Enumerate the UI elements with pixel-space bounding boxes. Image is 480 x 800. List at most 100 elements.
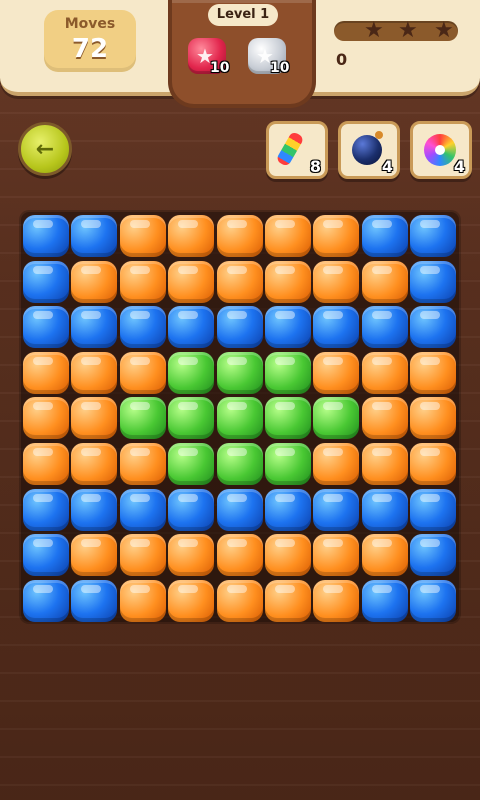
top-bar: Moves 72 Level 1 ★ 10 ★ 10 ★ ★ ★ 0 — [0, 0, 480, 108]
tile-blue[interactable] — [410, 215, 457, 257]
rainbow-booster-button[interactable]: 4 — [410, 121, 472, 179]
tile-orange[interactable] — [23, 351, 69, 394]
tile-orange[interactable] — [119, 579, 166, 622]
game-board — [21, 212, 459, 622]
bomb-icon — [352, 131, 383, 165]
tile-blue[interactable] — [361, 579, 408, 622]
tile-blue[interactable] — [265, 488, 311, 531]
star-progress-bar: ★ ★ ★ — [334, 18, 458, 43]
tile-orange[interactable] — [216, 534, 263, 577]
tile-green[interactable] — [265, 351, 311, 394]
tile-orange[interactable] — [119, 351, 166, 394]
back-button[interactable]: ← — [18, 122, 72, 176]
tile-blue[interactable] — [410, 488, 457, 531]
tile-blue[interactable] — [23, 488, 69, 531]
tile-blue[interactable] — [410, 534, 457, 577]
tile-orange[interactable] — [265, 534, 311, 577]
tile-green[interactable] — [313, 397, 360, 440]
tile-orange[interactable] — [71, 351, 118, 394]
tile-orange[interactable] — [216, 215, 263, 257]
tile-orange[interactable] — [361, 351, 408, 394]
tile-orange[interactable] — [216, 579, 263, 622]
tile-orange[interactable] — [361, 443, 408, 485]
tile-orange[interactable] — [313, 215, 360, 257]
tile-blue[interactable] — [168, 306, 215, 349]
tile-orange[interactable] — [313, 534, 360, 577]
tile-blue[interactable] — [361, 306, 408, 349]
star-icon: ★ — [398, 18, 418, 43]
tile-orange[interactable] — [313, 260, 360, 303]
tile-orange[interactable] — [361, 260, 408, 303]
tile-blue[interactable] — [23, 306, 69, 349]
tile-green[interactable] — [168, 443, 215, 485]
tile-orange[interactable] — [23, 443, 69, 485]
tile-orange[interactable] — [119, 260, 166, 303]
tile-blue[interactable] — [265, 306, 311, 349]
tile-blue[interactable] — [410, 260, 457, 303]
tile-blue[interactable] — [361, 488, 408, 531]
tile-orange[interactable] — [313, 443, 360, 485]
tile-orange[interactable] — [119, 215, 166, 257]
tile-blue[interactable] — [119, 488, 166, 531]
tile-blue[interactable] — [23, 260, 69, 303]
tile-orange[interactable] — [410, 443, 457, 485]
tile-orange[interactable] — [313, 579, 360, 622]
tile-orange[interactable] — [410, 351, 457, 394]
tile-orange[interactable] — [168, 260, 215, 303]
tile-blue[interactable] — [23, 579, 69, 622]
tile-orange[interactable] — [410, 397, 457, 440]
star-icon: ★ — [364, 18, 384, 43]
goal-silver-count: 10 — [270, 60, 290, 76]
tile-orange[interactable] — [361, 534, 408, 577]
tile-orange[interactable] — [265, 215, 311, 257]
tile-orange[interactable] — [71, 443, 118, 485]
rainbow-icon — [424, 134, 456, 166]
tile-orange[interactable] — [71, 397, 118, 440]
tile-orange[interactable] — [119, 443, 166, 485]
tile-orange[interactable] — [71, 260, 118, 303]
tile-orange[interactable] — [265, 260, 311, 303]
tile-blue[interactable] — [71, 306, 118, 349]
back-arrow-icon: ← — [35, 136, 55, 162]
tile-blue[interactable] — [23, 534, 69, 577]
bomb-booster-button[interactable]: 4 — [338, 121, 400, 179]
tile-blue[interactable] — [71, 579, 118, 622]
tile-blue[interactable] — [71, 215, 118, 257]
tile-blue[interactable] — [410, 306, 457, 349]
tile-orange[interactable] — [23, 397, 69, 440]
tile-blue[interactable] — [410, 579, 457, 622]
rainbow-count: 4 — [453, 157, 465, 176]
tile-green[interactable] — [216, 397, 263, 440]
tile-orange[interactable] — [265, 579, 311, 622]
tile-blue[interactable] — [71, 488, 118, 531]
tile-blue[interactable] — [313, 488, 360, 531]
tile-blue[interactable] — [361, 215, 408, 257]
tile-blue[interactable] — [119, 306, 166, 349]
tile-orange[interactable] — [168, 215, 215, 257]
tile-orange[interactable] — [313, 351, 360, 394]
tile-orange[interactable] — [119, 534, 166, 577]
tile-grid — [21, 212, 459, 622]
tile-green[interactable] — [216, 443, 263, 485]
tile-green[interactable] — [265, 397, 311, 440]
tile-orange[interactable] — [361, 397, 408, 440]
tile-orange[interactable] — [168, 534, 215, 577]
tile-green[interactable] — [168, 397, 215, 440]
score: 0 — [336, 50, 348, 69]
tile-green[interactable] — [216, 351, 263, 394]
tile-green[interactable] — [168, 351, 215, 394]
tile-blue[interactable] — [216, 488, 263, 531]
tile-blue[interactable] — [23, 215, 69, 257]
level-title: Level 1 — [208, 4, 278, 26]
tile-blue[interactable] — [313, 306, 360, 349]
moves-label: Moves — [64, 16, 116, 32]
tile-orange[interactable] — [216, 260, 263, 303]
tile-green[interactable] — [119, 397, 166, 440]
tile-orange[interactable] — [168, 579, 215, 622]
tile-green[interactable] — [265, 443, 311, 485]
tile-orange[interactable] — [71, 534, 118, 577]
tile-blue[interactable] — [168, 488, 215, 531]
bomb-count: 4 — [381, 157, 393, 176]
rocket-booster-button[interactable]: 8 — [266, 121, 328, 179]
tile-blue[interactable] — [216, 306, 263, 349]
